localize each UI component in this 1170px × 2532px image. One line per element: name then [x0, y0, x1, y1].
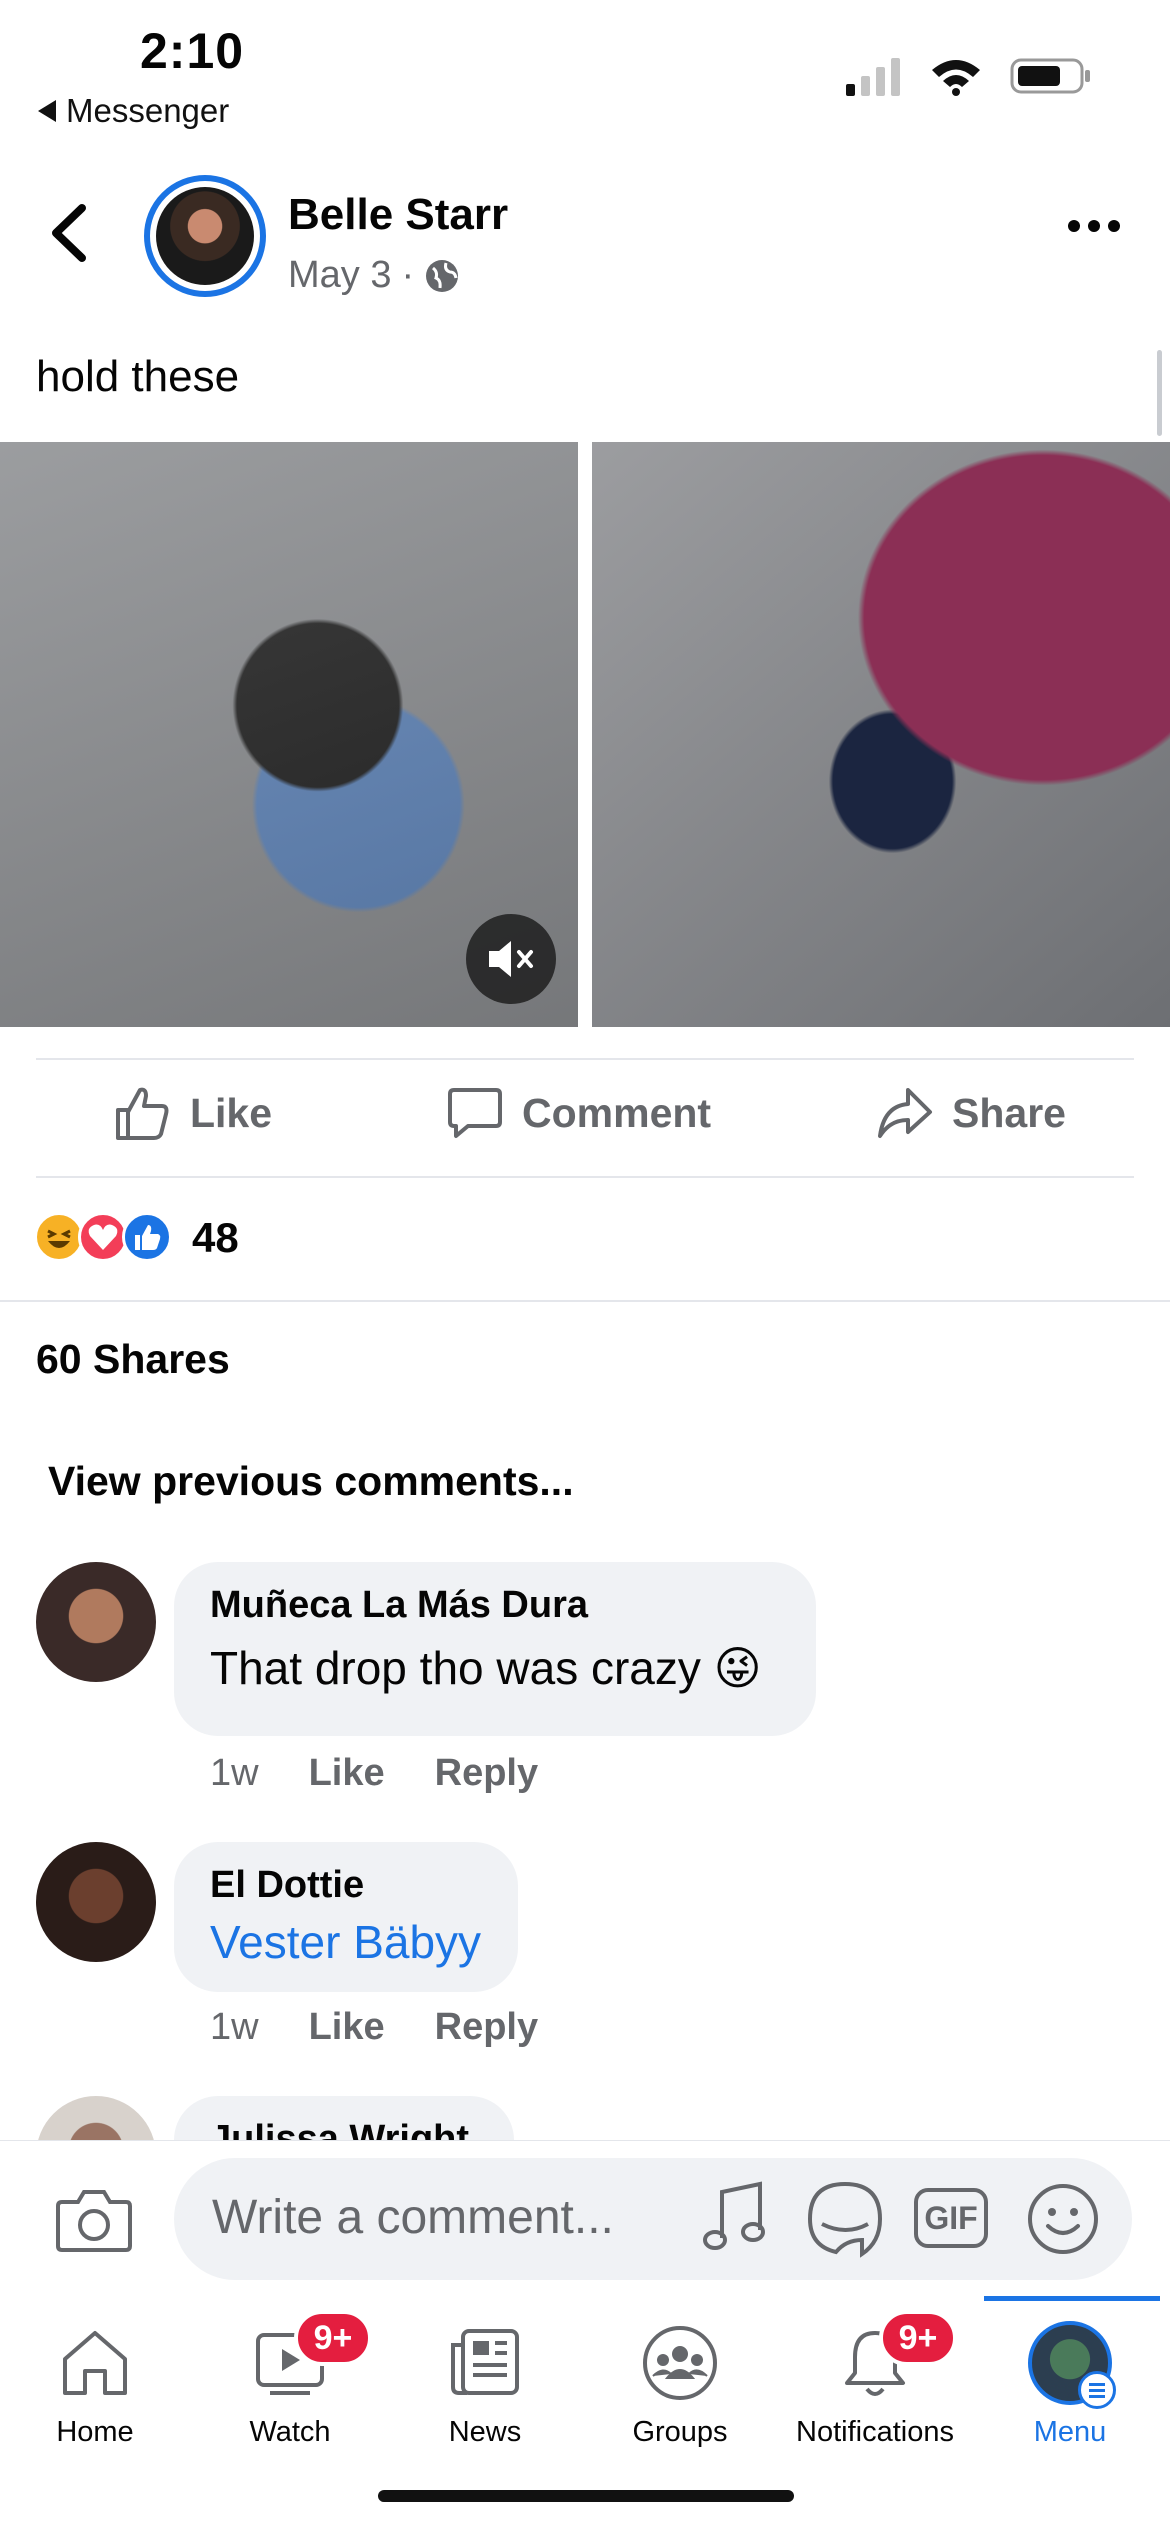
tab-label: Notifications	[796, 2416, 954, 2448]
comment-author[interactable]: El Dottie	[210, 1864, 482, 1907]
profile-avatar	[1028, 2321, 1116, 2409]
home-indicator[interactable]	[378, 2490, 794, 2502]
commenter-avatar[interactable]	[36, 1842, 156, 1962]
signal-icon	[846, 58, 900, 96]
more-options-button[interactable]	[1068, 220, 1120, 232]
dot-icon	[1108, 220, 1120, 232]
comment-label: Comment	[522, 1089, 712, 1136]
post-date[interactable]: May 3	[288, 254, 391, 297]
reactions-summary[interactable]	[34, 1212, 172, 1262]
share-label: Share	[952, 1089, 1066, 1136]
news-feed-icon	[451, 2329, 519, 2395]
comment-time: 1w	[210, 2006, 259, 2048]
comment-like-button[interactable]: Like	[309, 1752, 385, 1795]
gif-button[interactable]: GIF	[914, 2188, 988, 2248]
status-icons	[846, 56, 1092, 96]
author-avatar[interactable]	[144, 175, 266, 297]
tab-label: Groups	[632, 2416, 728, 2448]
comment-text: That drop tho was crazy 😜	[210, 1642, 762, 1694]
menu-lines-icon	[1078, 2371, 1116, 2409]
wifi-icon	[932, 60, 980, 96]
back-chevron-icon[interactable]	[44, 198, 94, 268]
share-count[interactable]: 60 Shares	[36, 1336, 230, 1383]
tab-notifications[interactable]: 9+ Notifications	[777, 2310, 973, 2449]
comment-like-button[interactable]: Like	[309, 2006, 385, 2049]
tab-label: Menu	[1033, 2416, 1107, 2448]
back-app-label: Messenger	[66, 92, 230, 129]
tab-watch[interactable]: 9+ Watch	[192, 2310, 388, 2449]
active-tab-indicator	[984, 2296, 1160, 2301]
tab-home[interactable]: Home	[0, 2318, 193, 2449]
battery-icon	[1010, 58, 1090, 94]
emoji-icon[interactable]	[1024, 2180, 1102, 2258]
speaker-muted-icon	[489, 941, 533, 977]
comment-reply-button[interactable]: Reply	[435, 1752, 538, 1795]
camera-icon[interactable]	[56, 2188, 132, 2254]
groups-icon	[643, 2326, 717, 2400]
notification-badge: 9+	[294, 2310, 372, 2366]
status-time: 2:10	[140, 23, 245, 79]
view-previous-comments-link[interactable]: View previous comments...	[48, 1458, 574, 1505]
share-button[interactable]: Share	[876, 1084, 1066, 1142]
tab-groups[interactable]: Groups	[582, 2318, 778, 2449]
reaction-count[interactable]: 48	[192, 1214, 239, 1262]
comment-author[interactable]: Muñeca La Más Dura	[210, 1584, 780, 1627]
comment-time: 1w	[210, 1752, 259, 1794]
divider	[36, 1176, 1134, 1178]
post-video-2[interactable]	[592, 442, 1170, 1027]
comment-bubble[interactable]: El Dottie Vester Bäbyy	[174, 1842, 518, 1992]
comment-button[interactable]: Comment	[446, 1084, 711, 1142]
thumbs-up-icon	[116, 1087, 169, 1140]
like-label: Like	[190, 1089, 273, 1136]
music-note-icon[interactable]	[702, 2180, 768, 2258]
comment-input-placeholder: Write a comment...	[212, 2191, 614, 2244]
back-triangle-icon	[38, 100, 56, 122]
gif-label: GIF	[924, 2199, 978, 2236]
like-reaction-icon	[122, 1212, 172, 1262]
comment-meta: 1w Like Reply	[210, 1752, 538, 1795]
tab-label: Watch	[249, 2416, 331, 2448]
meta-separator: ·	[401, 254, 415, 296]
comment-mention-link[interactable]: Vester Bäbyy	[210, 1915, 482, 1969]
globe-icon	[426, 259, 459, 292]
sticker-icon[interactable]	[806, 2180, 884, 2258]
haha-reaction-icon	[34, 1212, 84, 1262]
tab-label: Home	[56, 2416, 134, 2448]
scrollbar[interactable]	[1157, 350, 1162, 436]
dot-icon	[1088, 220, 1100, 232]
comment-meta: 1w Like Reply	[210, 2006, 538, 2049]
love-reaction-icon	[78, 1212, 128, 1262]
divider	[36, 1058, 1134, 1060]
comment-reply-button[interactable]: Reply	[435, 2006, 538, 2049]
commenter-avatar[interactable]	[36, 1562, 156, 1682]
like-button[interactable]: Like	[114, 1084, 272, 1142]
home-icon	[63, 2331, 127, 2395]
mute-button[interactable]	[466, 914, 556, 1004]
notification-badge: 9+	[879, 2310, 957, 2366]
author-photo	[156, 187, 254, 285]
tab-news[interactable]: News	[387, 2318, 583, 2449]
comment-icon	[448, 1088, 502, 1138]
share-arrow-icon	[878, 1088, 932, 1138]
comment-bubble[interactable]: Muñeca La Más Dura That drop tho was cra…	[174, 1562, 816, 1736]
back-to-messenger-link[interactable]: Messenger	[38, 92, 229, 130]
dot-icon	[1068, 220, 1080, 232]
author-name[interactable]: Belle Starr	[288, 190, 508, 240]
tab-label: News	[448, 2416, 522, 2448]
divider	[0, 1300, 1170, 1302]
tab-menu[interactable]: Menu	[972, 2318, 1168, 2449]
post-meta: May 3 ·	[288, 254, 460, 297]
post-text: hold these	[36, 352, 240, 401]
